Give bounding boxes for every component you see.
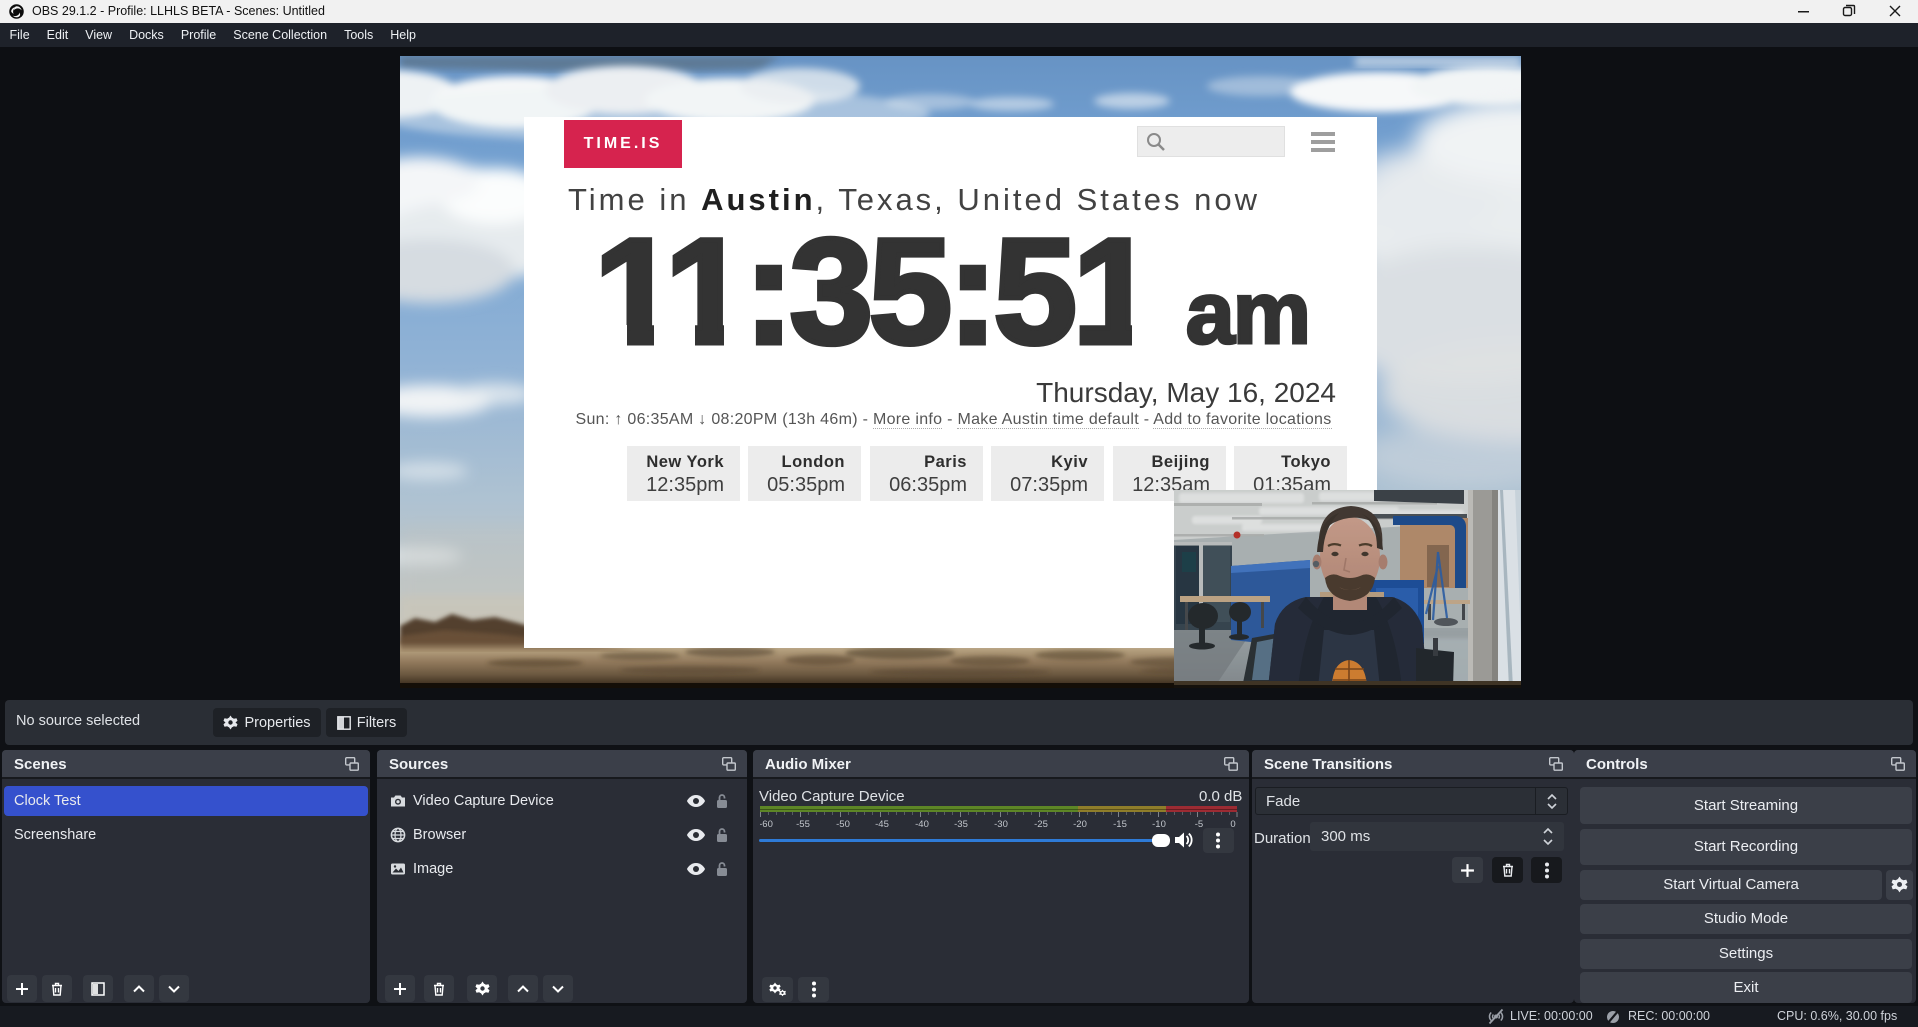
svg-text:-35: -35 <box>954 819 968 830</box>
svg-text:-10: -10 <box>1152 819 1166 830</box>
svg-text:-40: -40 <box>915 819 929 830</box>
svg-text:-60: -60 <box>760 819 773 830</box>
svg-text:-25: -25 <box>1034 819 1048 830</box>
svg-text:-55: -55 <box>796 819 810 830</box>
svg-text:-20: -20 <box>1073 819 1087 830</box>
svg-text:-45: -45 <box>875 819 889 830</box>
svg-text:-50: -50 <box>836 819 850 830</box>
svg-text:-15: -15 <box>1113 819 1127 830</box>
svg-text:-5: -5 <box>1195 819 1203 830</box>
svg-text:-30: -30 <box>994 819 1008 830</box>
